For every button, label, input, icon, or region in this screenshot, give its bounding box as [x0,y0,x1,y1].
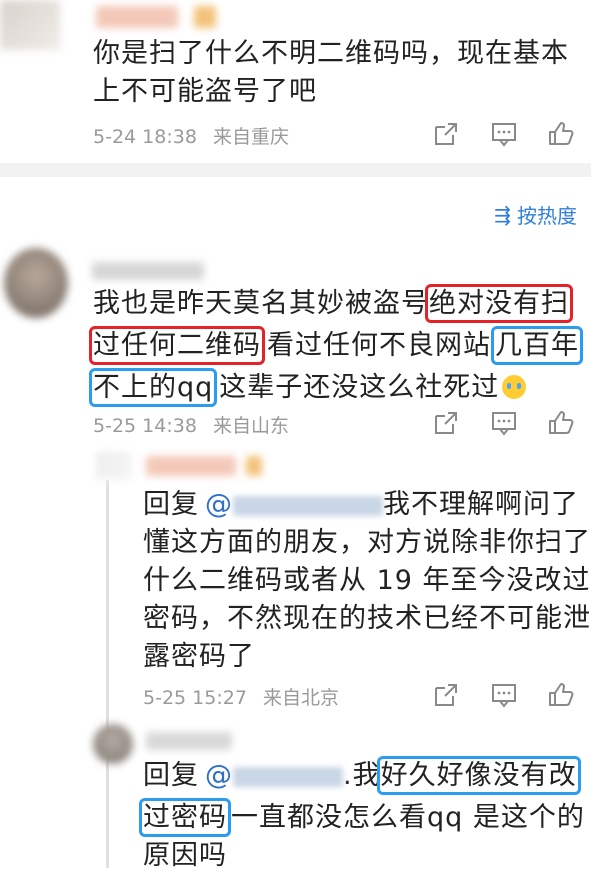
sort-icon: ⇶ [494,202,511,227]
sort-button[interactable]: ⇶ 按热度 [494,200,577,229]
comment-time: 5-24 18:38 [93,126,197,148]
highlight-red: 绝对没有扫 [425,284,573,323]
avatar[interactable] [93,724,133,764]
username[interactable] [146,456,236,476]
comment-meta: 5-25 14:38 来自山东 [93,411,289,438]
comment-meta: 5-24 18:38 来自重庆 [93,122,289,149]
comment-text: 回复 @ .我好久好像没有改 过密码 一直都没怎么看qq 是这个的 原因吗 [139,756,585,875]
comment-line: 回复 @ .我好久好像没有改 [143,756,581,795]
share-icon[interactable] [432,409,460,437]
comment-icon[interactable] [490,409,518,437]
mention-link[interactable]: @ [205,489,233,520]
highlight-blue: 过密码 [139,798,231,837]
sort-label: 按热度 [517,204,577,228]
comment-line: 密码，不然现在的技术已经不可能泄 [143,603,591,634]
avatar[interactable] [0,0,60,50]
like-icon[interactable] [547,408,575,436]
comment-line: 懂这方面的朋友，对方说除非你扫了 [143,527,591,558]
comment-icon[interactable] [490,681,518,709]
user-badge [194,6,216,28]
highlight-blue: 好久好像没有改 [376,756,581,795]
comment-location: 来自重庆 [212,126,289,148]
highlight-red: 过任何二维码 [89,326,265,365]
comment-time: 5-25 15:27 [143,687,247,709]
avatar[interactable] [4,248,68,318]
reply-prefix: 回复 [143,760,199,791]
crying-emoji-icon [502,375,527,399]
reply-prefix: 回复 [143,489,199,520]
avatar[interactable] [96,452,132,480]
like-icon[interactable] [547,680,575,708]
mention-username[interactable] [233,766,343,787]
share-icon[interactable] [432,681,460,709]
comment-line: 过密码 一直都没怎么看qq 是这个的 [139,798,585,837]
username[interactable] [146,732,232,750]
mention-link[interactable]: @ [205,760,233,791]
mention-username[interactable] [233,495,383,516]
comment-line: 你是扫了什么不明二维码吗，现在基本 [93,38,569,69]
comment-icon[interactable] [490,120,518,148]
comment-location: 来自山东 [212,415,289,437]
like-icon[interactable] [547,119,575,147]
comment-line: 回复 @ 我不理解啊问了 [143,489,579,520]
comment-line: 过任何二维码 看过任何不良网站 几百年 [89,326,583,365]
username[interactable] [92,262,204,280]
highlight-blue: 不上的qq [88,368,218,407]
comment-text: 我也是昨天莫名其妙被盗号绝对没有扫 过任何二维码 看过任何不良网站 几百年 不上的q… [88,284,583,407]
reply-thread-line [106,480,109,868]
comment-time: 5-25 14:38 [93,415,197,437]
comment-text: 你是扫了什么不明二维码吗，现在基本 上不可能盗号了吧 [93,35,569,111]
comment-location: 来自北京 [262,687,339,709]
username[interactable] [96,6,178,28]
section-divider [0,163,591,177]
comment-line: 不上的qq 这辈子还没这么社死过 [88,368,579,407]
comment-line: 我也是昨天莫名其妙被盗号绝对没有扫 [93,284,573,323]
comment-line: 原因吗 [143,840,227,871]
highlight-blue: 几百年 [491,326,583,365]
comment-line: 什么二维码或者从 19 年至今没改过 [143,565,591,596]
comment-line: 露密码了 [143,641,255,672]
comment-line: 上不可能盗号了吧 [93,76,317,107]
comment-text: 回复 @ 我不理解啊问了 懂这方面的朋友，对方说除非你扫了 什么二维码或者从 19 … [143,486,591,676]
share-icon[interactable] [432,120,460,148]
user-badge [246,456,262,476]
comment-meta: 5-25 15:27 来自北京 [143,683,339,710]
